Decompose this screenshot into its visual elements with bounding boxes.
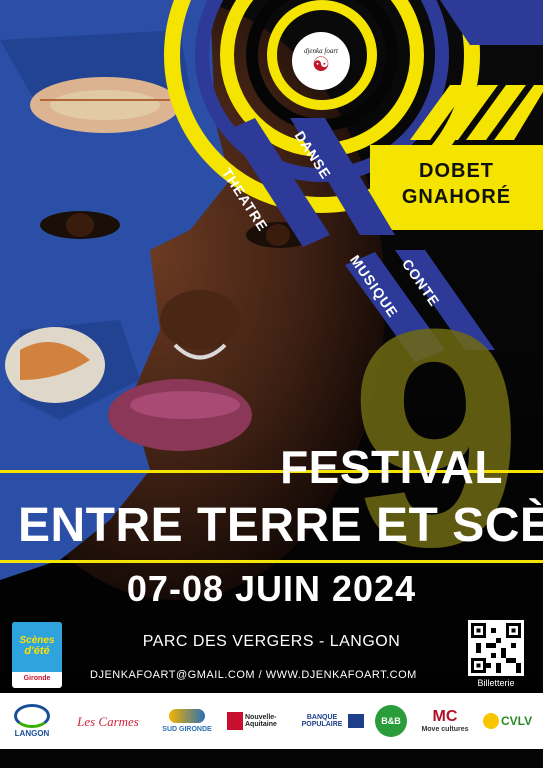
qr-code-icon: [471, 623, 521, 673]
sponsor-bnb[interactable]: B&B: [375, 705, 407, 737]
organizer-logo: djenka foart ☯: [292, 32, 350, 90]
sponsor-cvlv[interactable]: CVLV: [483, 713, 537, 729]
edition-number: 9: [0, 0, 1, 1]
painted-flower-top: [30, 77, 180, 133]
painted-flower-cheek: [5, 327, 105, 403]
poster-artwork: 9: [0, 0, 543, 768]
sponsor-langon[interactable]: LANGON: [6, 704, 58, 738]
sponsor-sud-gironde[interactable]: SUD GIRONDE: [158, 709, 216, 733]
nose: [160, 290, 240, 350]
festival-label: FESTIVAL: [280, 441, 503, 493]
sponsor-les-carmes[interactable]: Les Carmes: [69, 715, 147, 728]
artist-last-name: GNAHORÉ: [401, 186, 512, 208]
festival-name: ENTRE TERRE ET SCÈNE: [18, 499, 543, 552]
sponsor-banque-populaire[interactable]: BANQUE POPULAIRE: [298, 714, 364, 728]
mask-icon: ☯: [312, 54, 330, 76]
artist-name: DOBET GNAHORÉ: [370, 158, 543, 210]
qr-code[interactable]: [468, 620, 524, 676]
yellow-rule-2: [0, 560, 543, 563]
sponsor-nouvelle-aquitaine[interactable]: Nouvelle-Aquitaine: [227, 712, 287, 730]
edition-number-shape: 9: [350, 264, 522, 611]
sponsor-move-cultures[interactable]: MC Move cultures: [418, 709, 472, 734]
sponsor-row: LANGON Les Carmes SUD GIRONDE Nouvelle-A…: [6, 698, 537, 744]
badge-line3: Gironde: [23, 675, 51, 682]
scenes-dete-badge[interactable]: Scènes d'été Gironde: [12, 622, 62, 688]
ticketing-label: Billetterie: [477, 678, 515, 688]
artist-first-name: DOBET: [419, 160, 494, 182]
festival-dates: 07-08 JUIN 2024: [126, 568, 417, 609]
venue: PARC DES VERGERS - LANGON: [142, 633, 401, 650]
contact-info[interactable]: DJENKAFOART@GMAIL.COM / WWW.DJENKAFOART.…: [90, 669, 417, 681]
festival-poster: 9 djenka foart ☯ THEATRE DANSE MUSIQUE C…: [0, 0, 543, 768]
